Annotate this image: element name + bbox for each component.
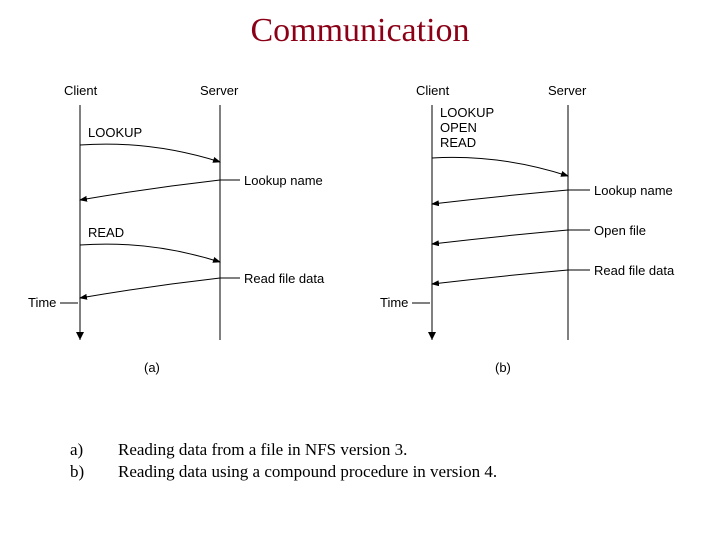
a-server-label: Server	[200, 84, 238, 99]
a-client-label: Client	[64, 84, 97, 99]
caption-list: a) Reading data from a file in NFS versi…	[70, 440, 680, 482]
b-client-label: Client	[416, 84, 449, 99]
b-compound-ops: LOOKUP OPEN READ	[440, 106, 494, 151]
a-time-label: Time	[28, 296, 56, 311]
caption-a-text: Reading data from a file in NFS version …	[118, 440, 407, 460]
sequence-diagrams: Client Server LOOKUP Lookup name READ Re…	[0, 50, 720, 410]
b-time-label: Time	[380, 296, 408, 311]
a-sub-label: (a)	[144, 360, 160, 375]
b-resp-lookup: Lookup name	[594, 184, 673, 199]
caption-b-letter: b)	[70, 462, 118, 482]
a-op-read: READ	[88, 226, 124, 241]
caption-a: a) Reading data from a file in NFS versi…	[70, 440, 680, 460]
b-resp-read: Read file data	[594, 264, 674, 279]
caption-b: b) Reading data using a compound procedu…	[70, 462, 680, 482]
caption-a-letter: a)	[70, 440, 118, 460]
b-sub-label: (b)	[495, 360, 511, 375]
caption-b-text: Reading data using a compound procedure …	[118, 462, 497, 482]
a-op-lookup: LOOKUP	[88, 126, 142, 141]
a-resp-read: Read file data	[244, 272, 324, 287]
b-server-label: Server	[548, 84, 586, 99]
a-resp-lookup: Lookup name	[244, 174, 323, 189]
page-title: Communication	[0, 12, 720, 50]
b-resp-open: Open file	[594, 224, 646, 239]
